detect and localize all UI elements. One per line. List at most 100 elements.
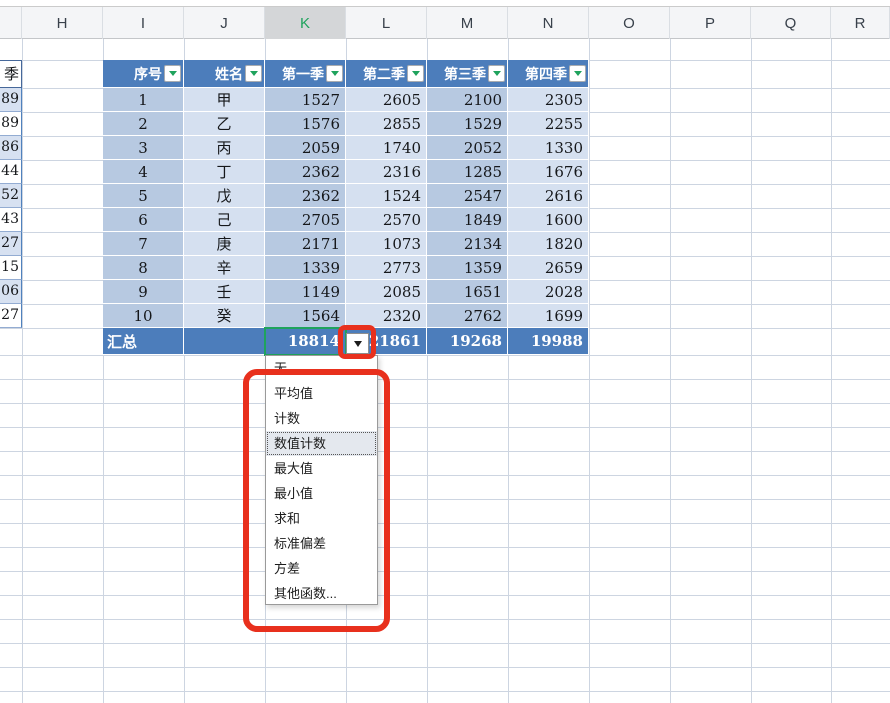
filter-button[interactable] <box>164 65 181 82</box>
column-letter-I[interactable]: I <box>103 7 184 39</box>
table-data-cell[interactable]: 1339 <box>265 256 346 280</box>
table-data-cell[interactable]: 2616 <box>508 184 589 208</box>
left-table-cell[interactable]: 27 <box>0 232 22 256</box>
table-data-cell[interactable]: 2316 <box>346 160 427 184</box>
table-data-cell[interactable]: 1285 <box>427 160 508 184</box>
menu-item[interactable]: 平均值 <box>266 381 377 406</box>
summary-dropdown-button[interactable] <box>346 333 369 354</box>
table-data-cell[interactable]: 戊 <box>184 184 265 208</box>
table-data-cell[interactable]: 3 <box>103 136 184 160</box>
table-data-cell[interactable]: 乙 <box>184 112 265 136</box>
left-table-cell[interactable]: 86 <box>0 136 22 160</box>
column-letter-P[interactable]: P <box>670 7 751 39</box>
table-data-cell[interactable]: 丙 <box>184 136 265 160</box>
table-data-cell[interactable]: 2773 <box>346 256 427 280</box>
table-data-cell[interactable]: 2762 <box>427 304 508 328</box>
menu-item[interactable]: 标准偏差 <box>266 531 377 556</box>
table-header-cell[interactable]: 序号 <box>103 60 184 88</box>
column-letter-Q[interactable]: Q <box>751 7 831 39</box>
total-value-cell[interactable]: 19268 <box>427 328 508 355</box>
table-data-cell[interactable]: 1564 <box>265 304 346 328</box>
left-table-cell[interactable]: 89 <box>0 88 22 112</box>
left-table-cell[interactable]: 89 <box>0 112 22 136</box>
table-data-cell[interactable]: 己 <box>184 208 265 232</box>
total-label-cell[interactable]: 汇总 <box>103 328 184 355</box>
column-letter-J[interactable]: J <box>184 7 265 39</box>
column-letter-partial[interactable] <box>0 7 22 39</box>
filter-button[interactable] <box>245 65 262 82</box>
column-letter-M[interactable]: M <box>427 7 508 39</box>
table-data-cell[interactable]: 2362 <box>265 184 346 208</box>
left-table-header-cell[interactable]: 季 <box>0 60 22 88</box>
table-data-cell[interactable]: 2705 <box>265 208 346 232</box>
table-data-cell[interactable]: 2 <box>103 112 184 136</box>
table-data-cell[interactable]: 2855 <box>346 112 427 136</box>
table-data-cell[interactable]: 5 <box>103 184 184 208</box>
table-data-cell[interactable]: 1676 <box>508 160 589 184</box>
table-data-cell[interactable]: 10 <box>103 304 184 328</box>
table-data-cell[interactable]: 2255 <box>508 112 589 136</box>
column-letter-O[interactable]: O <box>589 7 670 39</box>
menu-item[interactable]: 方差 <box>266 556 377 581</box>
left-table-cell[interactable]: 44 <box>0 160 22 184</box>
table-data-cell[interactable]: 2134 <box>427 232 508 256</box>
total-empty-cell[interactable] <box>184 328 265 355</box>
table-data-cell[interactable]: 2028 <box>508 280 589 304</box>
filter-button[interactable] <box>326 65 343 82</box>
left-table-cell[interactable]: 06 <box>0 280 22 304</box>
table-header-cell[interactable]: 第二季 <box>346 60 427 88</box>
filter-button[interactable] <box>569 65 586 82</box>
table-data-cell[interactable]: 2320 <box>346 304 427 328</box>
table-data-cell[interactable]: 2052 <box>427 136 508 160</box>
left-table-cell[interactable]: 27 <box>0 304 22 328</box>
table-header-cell[interactable]: 第四季 <box>508 60 589 88</box>
table-data-cell[interactable]: 2171 <box>265 232 346 256</box>
table-data-cell[interactable]: 1529 <box>427 112 508 136</box>
table-header-cell[interactable]: 第一季 <box>265 60 346 88</box>
total-value-cell[interactable]: 19988 <box>508 328 589 355</box>
menu-item[interactable]: 无 <box>266 356 377 381</box>
table-data-cell[interactable]: 2570 <box>346 208 427 232</box>
table-data-cell[interactable]: 甲 <box>184 88 265 112</box>
menu-item[interactable]: 最大值 <box>266 456 377 481</box>
table-data-cell[interactable]: 2659 <box>508 256 589 280</box>
table-data-cell[interactable]: 1651 <box>427 280 508 304</box>
filter-button[interactable] <box>407 65 424 82</box>
table-data-cell[interactable]: 1073 <box>346 232 427 256</box>
menu-item[interactable]: 求和 <box>266 506 377 531</box>
table-data-cell[interactable]: 1576 <box>265 112 346 136</box>
table-data-cell[interactable]: 1359 <box>427 256 508 280</box>
column-letter-H[interactable]: H <box>22 7 103 39</box>
total-value-cell[interactable]: 18814 <box>265 328 346 355</box>
table-data-cell[interactable]: 2100 <box>427 88 508 112</box>
table-header-cell[interactable]: 第三季 <box>427 60 508 88</box>
table-data-cell[interactable]: 8 <box>103 256 184 280</box>
table-data-cell[interactable]: 2362 <box>265 160 346 184</box>
table-data-cell[interactable]: 1 <box>103 88 184 112</box>
table-data-cell[interactable]: 2605 <box>346 88 427 112</box>
table-data-cell[interactable]: 1330 <box>508 136 589 160</box>
table-data-cell[interactable]: 4 <box>103 160 184 184</box>
table-data-cell[interactable]: 1524 <box>346 184 427 208</box>
column-letter-K[interactable]: K <box>265 7 346 39</box>
table-data-cell[interactable]: 1849 <box>427 208 508 232</box>
table-data-cell[interactable]: 2059 <box>265 136 346 160</box>
table-data-cell[interactable]: 1699 <box>508 304 589 328</box>
menu-item[interactable]: 计数 <box>266 406 377 431</box>
table-header-cell[interactable]: 姓名 <box>184 60 265 88</box>
left-table-cell[interactable]: 15 <box>0 256 22 280</box>
table-data-cell[interactable]: 癸 <box>184 304 265 328</box>
left-table-cell[interactable]: 43 <box>0 208 22 232</box>
column-letter-N[interactable]: N <box>508 7 589 39</box>
table-data-cell[interactable]: 2547 <box>427 184 508 208</box>
menu-item[interactable]: 其他函数... <box>266 581 377 606</box>
table-data-cell[interactable]: 1820 <box>508 232 589 256</box>
table-data-cell[interactable]: 2085 <box>346 280 427 304</box>
menu-item[interactable]: 最小值 <box>266 481 377 506</box>
menu-item[interactable]: 数值计数 <box>266 431 377 456</box>
table-data-cell[interactable]: 辛 <box>184 256 265 280</box>
table-data-cell[interactable]: 1149 <box>265 280 346 304</box>
table-data-cell[interactable]: 9 <box>103 280 184 304</box>
table-data-cell[interactable]: 1600 <box>508 208 589 232</box>
table-data-cell[interactable]: 2305 <box>508 88 589 112</box>
